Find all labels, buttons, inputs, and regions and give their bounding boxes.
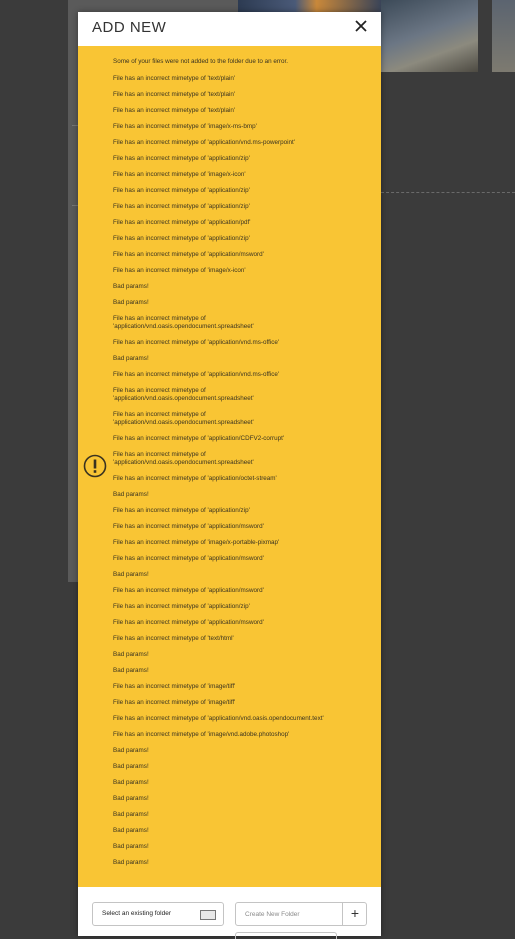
folder-icon xyxy=(200,910,216,920)
error-message: File has an incorrect mimetype of 'appli… xyxy=(113,370,280,378)
error-message: File has an incorrect mimetype of 'appli… xyxy=(113,434,285,442)
error-message: File has an incorrect mimetype of 'appli… xyxy=(113,234,250,242)
background-thumbnail xyxy=(381,0,478,72)
error-message: File has an incorrect mimetype of 'appli… xyxy=(113,450,254,467)
error-message: Bad params! xyxy=(113,298,149,306)
error-message: File has an incorrect mimetype of 'appli… xyxy=(113,138,295,146)
error-message: Bad params! xyxy=(113,810,149,818)
modal-title: ADD NEW xyxy=(92,19,167,36)
error-message: File has an incorrect mimetype of 'text/… xyxy=(113,106,236,114)
error-message: File has an incorrect mimetype of 'image… xyxy=(113,122,257,130)
error-message: Bad params! xyxy=(113,282,149,290)
error-message-list: Some of your files were not added to the… xyxy=(113,58,375,875)
close-button[interactable] xyxy=(352,17,370,35)
error-message: File has an incorrect mimetype of 'text/… xyxy=(113,74,236,82)
error-message: File has an incorrect mimetype of 'image… xyxy=(113,170,246,178)
error-message: File has an incorrect mimetype of 'image… xyxy=(113,538,280,546)
error-message: Bad params! xyxy=(113,490,149,498)
background-thumbnail xyxy=(492,0,515,72)
error-message: File has an incorrect mimetype of 'image… xyxy=(113,266,246,274)
error-message: Bad params! xyxy=(113,826,149,834)
error-message: File has an incorrect mimetype of 'appli… xyxy=(113,522,264,530)
modal-footer: Select an existing folder + xyxy=(78,887,381,939)
error-message: File has an incorrect mimetype of 'appli… xyxy=(113,410,254,427)
error-intro: Some of your files were not added to the… xyxy=(113,58,289,65)
error-message: File has an incorrect mimetype of 'appli… xyxy=(113,186,250,194)
error-message: File has an incorrect mimetype of 'appli… xyxy=(113,154,250,162)
error-message: File has an incorrect mimetype of 'appli… xyxy=(113,218,251,226)
error-message: File has an incorrect mimetype of 'appli… xyxy=(113,338,280,346)
add-folder-button[interactable]: + xyxy=(342,903,367,925)
error-message: File has an incorrect mimetype of 'appli… xyxy=(113,250,264,258)
error-message: Bad params! xyxy=(113,354,149,362)
error-message: Bad params! xyxy=(113,762,149,770)
error-message: File has an incorrect mimetype of 'text/… xyxy=(113,634,234,642)
error-message: File has an incorrect mimetype of 'appli… xyxy=(113,202,250,210)
select-folder-label: Select an existing folder xyxy=(102,910,172,917)
error-message: Bad params! xyxy=(113,570,149,578)
error-message: Bad params! xyxy=(113,794,149,802)
error-message: File has an incorrect mimetype of 'text/… xyxy=(113,90,236,98)
error-message: Bad params! xyxy=(113,666,149,674)
close-icon xyxy=(355,20,367,32)
new-folder-input[interactable] xyxy=(236,903,340,925)
add-new-modal: ADD NEW Some of your files were not adde… xyxy=(78,12,381,939)
error-message: Bad params! xyxy=(113,650,149,658)
error-message: File has an incorrect mimetype of 'appli… xyxy=(113,474,277,482)
modal-header: ADD NEW xyxy=(78,12,381,46)
warning-icon xyxy=(83,454,107,478)
select-existing-folder-button[interactable]: Select an existing folder xyxy=(92,902,224,926)
background-divider xyxy=(381,192,515,193)
error-message: File has an incorrect mimetype of 'appli… xyxy=(113,714,324,722)
error-message: File has an incorrect mimetype of 'image… xyxy=(113,730,290,738)
error-message: File has an incorrect mimetype of 'appli… xyxy=(113,386,254,403)
create-folder-group: + xyxy=(235,902,367,926)
error-message: File has an incorrect mimetype of 'appli… xyxy=(113,314,254,331)
error-message: File has an incorrect mimetype of 'image… xyxy=(113,698,236,706)
error-message: File has an incorrect mimetype of 'appli… xyxy=(113,506,250,514)
error-message: File has an incorrect mimetype of 'appli… xyxy=(113,554,264,562)
error-message: Bad params! xyxy=(113,746,149,754)
error-message: File has an incorrect mimetype of 'image… xyxy=(113,682,236,690)
error-message: Bad params! xyxy=(113,778,149,786)
error-message: Bad params! xyxy=(113,842,149,850)
error-message: Bad params! xyxy=(113,858,149,866)
error-message: File has an incorrect mimetype of 'appli… xyxy=(113,618,264,626)
error-panel: Some of your files were not added to the… xyxy=(78,46,381,887)
error-message: File has an incorrect mimetype of 'appli… xyxy=(113,602,250,610)
error-message: File has an incorrect mimetype of 'appli… xyxy=(113,586,264,594)
